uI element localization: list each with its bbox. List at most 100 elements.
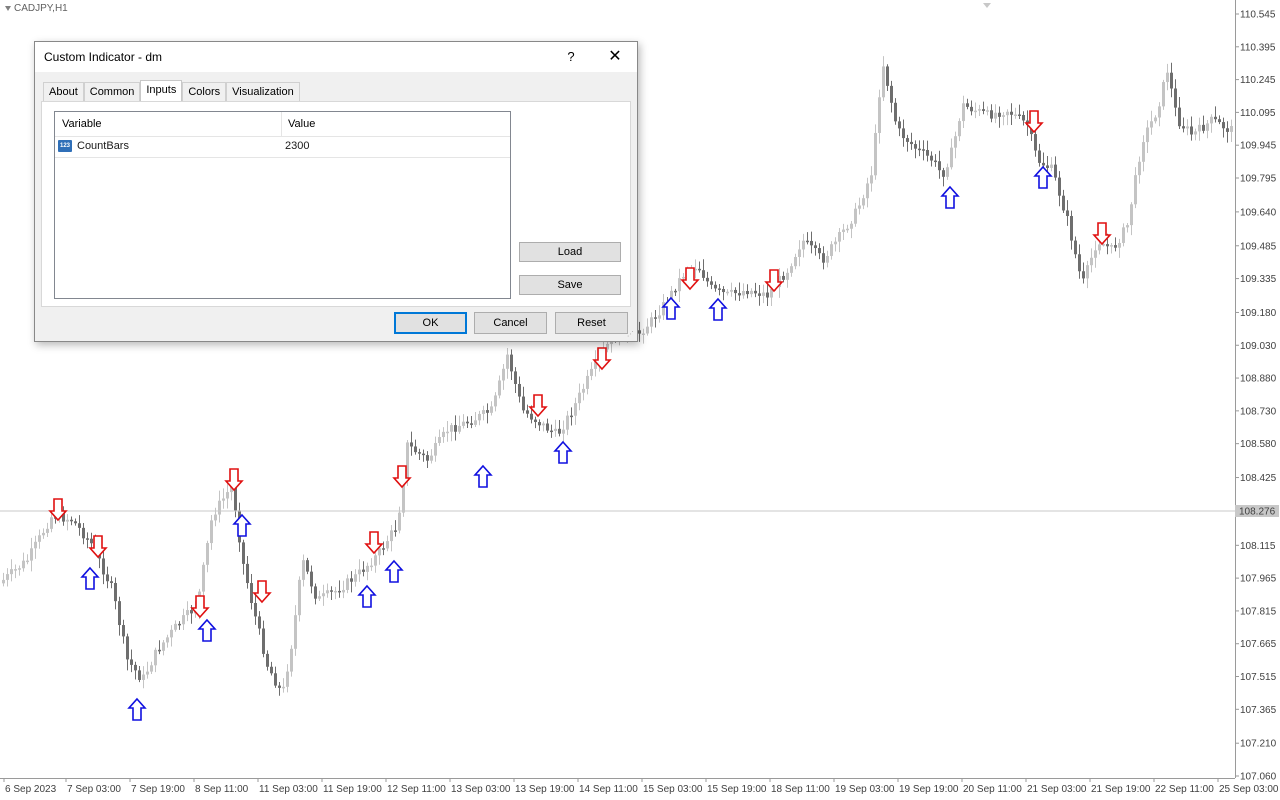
candle-body: [74, 521, 77, 524]
candle-body: [1210, 116, 1213, 124]
time-label: 13 Sep 19:00: [515, 784, 575, 795]
candle-body: [318, 596, 321, 599]
candle-body: [278, 685, 281, 688]
candle-body: [282, 686, 285, 689]
cancel-button[interactable]: Cancel: [474, 312, 547, 334]
candle-body: [1182, 126, 1185, 129]
integer-param-icon: 123: [58, 140, 72, 152]
candle-body: [962, 103, 965, 122]
save-button[interactable]: Save: [519, 275, 621, 295]
candle-body: [366, 565, 369, 572]
help-button[interactable]: ?: [560, 46, 582, 68]
buy-arrow-icon: [232, 513, 252, 537]
reset-button[interactable]: Reset: [555, 312, 628, 334]
candle-body: [1014, 114, 1017, 116]
candle-body: [42, 532, 45, 536]
column-header-value[interactable]: Value: [288, 118, 315, 130]
candle-body: [766, 292, 769, 298]
price-label: 109.180: [1240, 308, 1277, 319]
time-label: 11 Sep 03:00: [259, 784, 318, 795]
candle-body: [70, 519, 73, 522]
sell-arrow-icon: [528, 394, 548, 418]
candle-body: [486, 410, 489, 413]
buy-arrow-icon: [940, 185, 960, 209]
candle-body: [374, 555, 377, 566]
price-label: 108.425: [1240, 473, 1277, 484]
table-row[interactable]: 123 CountBars 2300: [55, 137, 510, 158]
table-header: Variable Value: [55, 112, 510, 137]
dialog-titlebar[interactable]: Custom Indicator - dm ? ✕: [35, 42, 637, 72]
buy-arrow-icon: [661, 296, 681, 320]
candle-body: [1118, 242, 1121, 248]
candle-body: [1058, 177, 1061, 196]
price-label: 108.880: [1240, 374, 1277, 385]
candle-body: [302, 560, 305, 580]
candle-body: [490, 406, 493, 413]
candle-body: [110, 581, 113, 583]
candle-body: [1038, 150, 1041, 163]
candle-body: [802, 240, 805, 250]
shift-marker-icon[interactable]: [983, 3, 991, 8]
close-button[interactable]: ✕: [601, 46, 629, 68]
candle-body: [306, 560, 309, 572]
price-label: 109.945: [1240, 141, 1277, 152]
candle-body: [1114, 245, 1117, 248]
sell-arrow-icon: [252, 580, 272, 604]
candle-body: [494, 395, 497, 407]
candle-body: [470, 423, 473, 425]
dialog-title: Custom Indicator - dm: [44, 50, 163, 64]
candle-body: [870, 175, 873, 184]
candle-body: [254, 603, 257, 617]
candle-body: [438, 437, 441, 444]
candle-body: [1190, 126, 1193, 135]
candle-body: [134, 664, 137, 671]
candle-body: [946, 167, 949, 177]
candle-body: [722, 289, 725, 293]
candle-body: [1122, 227, 1125, 243]
candle-body: [190, 610, 193, 614]
candle-body: [242, 542, 245, 564]
candle-body: [1074, 240, 1077, 255]
tab-common[interactable]: Common: [83, 82, 141, 101]
candle-body: [1066, 210, 1069, 217]
ok-button[interactable]: OK: [394, 312, 467, 334]
candle-body: [202, 564, 205, 592]
candle-body: [38, 535, 41, 542]
candle-body: [902, 128, 905, 139]
candle-body: [18, 568, 21, 570]
candle-body: [834, 241, 837, 245]
time-label: 6 Sep 2023: [5, 784, 57, 795]
tab-colors[interactable]: Colors: [182, 82, 227, 101]
candle-body: [746, 291, 749, 295]
column-header-variable[interactable]: Variable: [62, 118, 102, 130]
tab-about[interactable]: About: [43, 82, 84, 101]
candle-body: [906, 138, 909, 142]
candle-body: [854, 208, 857, 224]
candle-body: [934, 160, 937, 163]
time-label: 15 Sep 19:00: [707, 784, 767, 795]
column-divider[interactable]: [281, 112, 282, 136]
candle-body: [742, 291, 745, 296]
resize-grip-icon[interactable]: ⋰: [627, 331, 635, 339]
tab-inputs[interactable]: Inputs: [140, 80, 183, 101]
candle-body: [418, 452, 421, 454]
load-button[interactable]: Load: [519, 242, 621, 262]
candle-body: [354, 574, 357, 582]
candle-body: [566, 415, 569, 430]
time-label: 22 Sep 11:00: [1155, 784, 1214, 795]
candle-body: [762, 292, 765, 296]
candle-body: [166, 637, 169, 643]
candle-body: [950, 147, 953, 168]
candle-body: [1134, 175, 1137, 205]
symbol-menu-icon[interactable]: [5, 6, 11, 11]
candle-body: [138, 670, 141, 680]
candle-body: [1154, 117, 1157, 122]
tab-visualization[interactable]: Visualization: [226, 82, 300, 101]
variable-value[interactable]: 2300: [285, 140, 309, 152]
price-label: 108.730: [1240, 406, 1277, 417]
candle-body: [378, 548, 381, 556]
candle-body: [262, 628, 265, 654]
candle-body: [1106, 244, 1109, 247]
candle-body: [586, 375, 589, 389]
candle-body: [1082, 271, 1085, 279]
